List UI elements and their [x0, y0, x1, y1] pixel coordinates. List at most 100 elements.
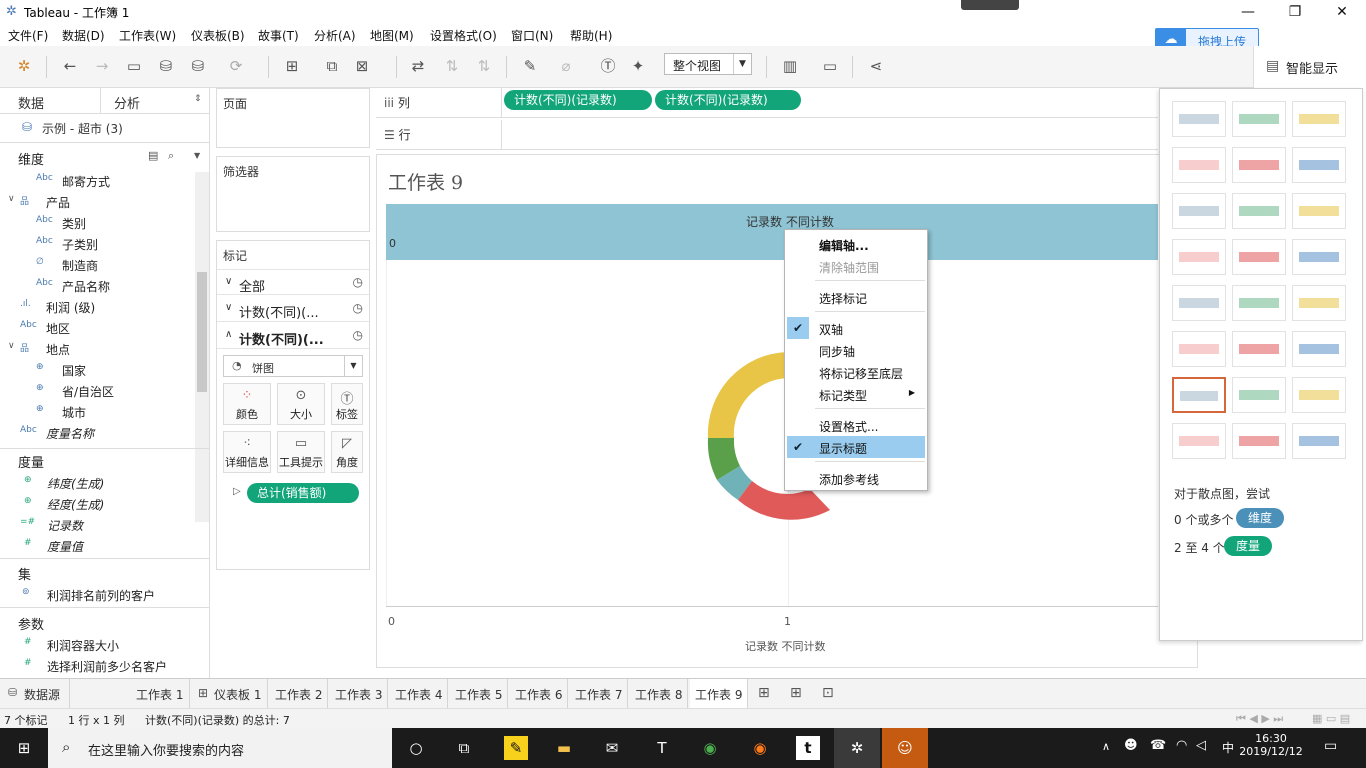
pause-updates-icon[interactable]: ⛁: [188, 56, 208, 76]
menu-item-mark-type[interactable]: 标记类型 ▶: [787, 383, 925, 405]
undo-icon[interactable]: ←: [60, 56, 80, 76]
showme-heat-map-icon[interactable]: [1232, 101, 1286, 137]
dimension-item[interactable]: ⊕ 国家: [0, 359, 195, 380]
pin-axes-icon[interactable]: ✦: [628, 56, 648, 76]
tab-dashboard-1[interactable]: ⊞ 仪表板 1: [192, 679, 268, 708]
tab-sheet-1[interactable]: 工作表 1: [130, 679, 190, 708]
menu-map[interactable]: 地图(M): [370, 27, 414, 44]
menu-help[interactable]: 帮助(H): [570, 27, 612, 44]
minimize-button[interactable]: —: [1228, 2, 1268, 22]
showme-bullet-graph-icon[interactable]: [1232, 423, 1286, 459]
dimensions-scrollbar[interactable]: [195, 172, 209, 522]
showme-side-by-side-bars-icon[interactable]: [1292, 193, 1346, 229]
new-dashboard-tab-icon[interactable]: ⊞: [790, 685, 802, 701]
menu-item-format[interactable]: 设置格式...: [787, 414, 925, 436]
menu-dashboard[interactable]: 仪表板(B): [191, 27, 245, 44]
measure-item[interactable]: # 度量值: [0, 535, 195, 556]
dimension-item[interactable]: ∨ 品 产品: [0, 191, 195, 212]
showme-scatter-plot-icon[interactable]: [1172, 377, 1226, 413]
tray-expand-icon[interactable]: ∧: [1102, 740, 1110, 753]
tab-sheet-6[interactable]: 工作表 6: [510, 679, 568, 708]
marks-row-series-1[interactable]: ∨ 计数(不同)(... ◷: [217, 296, 369, 322]
taskbar-search[interactable]: ⌕ 在这里输入你要搜索的内容: [48, 728, 392, 768]
showme-box-whisker-icon[interactable]: [1292, 377, 1346, 413]
menu-item-move-marks-back[interactable]: 将标记移至底层: [787, 361, 925, 383]
floating-toolbar-handle[interactable]: [961, 0, 1019, 10]
showme-text-table-icon[interactable]: [1172, 101, 1226, 137]
menu-item-edit-axis[interactable]: 编辑轴...: [787, 233, 925, 255]
column-pill[interactable]: 计数(不同)(记录数): [655, 90, 801, 110]
save-icon[interactable]: ▭: [124, 56, 144, 76]
new-worksheet-icon[interactable]: ⊞: [282, 56, 302, 76]
tab-sheet-2[interactable]: 工作表 2: [270, 679, 328, 708]
chrome-icon[interactable]: ◉: [698, 736, 722, 760]
measure-item[interactable]: ⊕ 纬度(生成): [0, 472, 195, 493]
refresh-icon[interactable]: ⟳: [226, 56, 246, 76]
dimension-item[interactable]: Abc 邮寄方式: [0, 170, 195, 191]
expand-chevron-icon[interactable]: ∨: [8, 194, 15, 204]
dimension-item[interactable]: ∅ 制造商: [0, 254, 195, 275]
sheet-title[interactable]: 工作表 9: [388, 168, 463, 195]
label-button[interactable]: Ⓣ 标签: [331, 383, 363, 425]
presentation-mode-icon[interactable]: ▭: [820, 56, 840, 76]
param-item[interactable]: # 利润容器大小: [0, 634, 195, 655]
tumblr-icon[interactable]: t: [796, 736, 820, 760]
show-labels-icon[interactable]: Ⓣ: [598, 56, 618, 76]
dimensions-menu-icon[interactable]: ▼: [194, 151, 200, 160]
tooltip-button[interactable]: ▭ 工具提示: [277, 431, 325, 473]
tab-sheet-9[interactable]: 工作表 9: [690, 679, 748, 708]
menu-item-select-marks[interactable]: 选择标记: [787, 286, 925, 308]
dimension-item[interactable]: Abc 子类别: [0, 233, 195, 254]
tableau-taskbar-active[interactable]: ✲: [834, 728, 880, 768]
task-view-icon[interactable]: ⧉: [452, 736, 476, 760]
filters-card[interactable]: 筛选器: [216, 156, 370, 232]
showme-lines-discrete-icon[interactable]: [1232, 285, 1286, 321]
showme-horizontal-bars-icon[interactable]: [1172, 193, 1226, 229]
marks-row-series-2[interactable]: ∧ 计数(不同)(... ◷: [217, 323, 369, 349]
dimension-item[interactable]: Abc 产品名称: [0, 275, 195, 296]
sheet-nav-icons[interactable]: ⏮ ◀ ▶ ⏭: [1236, 712, 1283, 726]
showme-circle-views-icon[interactable]: [1232, 239, 1286, 275]
top-axis[interactable]: 记录数 不同计数 0: [386, 204, 1158, 260]
showme-area-continuous-icon[interactable]: [1172, 331, 1226, 367]
sort-desc-icon[interactable]: ⇅: [474, 56, 494, 76]
menu-file[interactable]: 文件(F): [8, 27, 48, 44]
tab-analysis[interactable]: 分析: [114, 93, 140, 112]
marks-row-all[interactable]: ∨ 全部 ◷: [217, 269, 369, 295]
menu-format[interactable]: 设置格式(O): [430, 27, 497, 44]
showme-area-discrete-icon[interactable]: [1232, 331, 1286, 367]
clock[interactable]: 16:30 2019/12/12: [1236, 732, 1306, 758]
showme-treemap-icon[interactable]: [1172, 239, 1226, 275]
swap-rows-cols-icon[interactable]: ⇄: [408, 56, 428, 76]
menu-item-sync-axis[interactable]: 同步轴: [787, 339, 925, 361]
showme-filled-map-icon[interactable]: [1232, 147, 1286, 183]
tab-data[interactable]: 数据: [18, 93, 44, 112]
tray-app-icon[interactable]: ☎: [1150, 738, 1166, 753]
measure-item[interactable]: =# 记录数: [0, 514, 195, 535]
color-button[interactable]: ⁘ 颜色: [223, 383, 271, 425]
menu-analysis[interactable]: 分析(A): [314, 27, 356, 44]
menu-item-add-reference-line[interactable]: 添加参考线: [787, 467, 925, 489]
set-item[interactable]: ⊚ 利润排名前列的客户: [0, 584, 195, 605]
fit-view-select[interactable]: 整个视图 ▼: [664, 53, 752, 75]
tab-sheet-5[interactable]: 工作表 5: [450, 679, 508, 708]
mail-icon[interactable]: ✉: [600, 736, 624, 760]
menu-item-dual-axis[interactable]: ✔ 双轴: [787, 317, 925, 339]
menu-story[interactable]: 故事(T): [258, 27, 299, 44]
sort-asc-icon[interactable]: ⇅: [442, 56, 462, 76]
dimension-item[interactable]: Abc 类别: [0, 212, 195, 233]
angle-button[interactable]: ◸ 角度: [331, 431, 363, 473]
ime-indicator[interactable]: 中: [1222, 739, 1234, 756]
view-mode-icons[interactable]: ▦ ▭ ▤: [1312, 712, 1350, 725]
tab-arrows-icon[interactable]: ⇕: [194, 94, 202, 104]
new-worksheet-tab-icon[interactable]: ⊞: [758, 685, 770, 701]
dimension-item[interactable]: ⊕ 城市: [0, 401, 195, 422]
column-pill[interactable]: 计数(不同)(记录数): [504, 90, 652, 110]
tab-datasource[interactable]: ⛁ 数据源: [0, 679, 70, 708]
param-item[interactable]: # 选择利润前多少名客户: [0, 655, 195, 676]
volume-icon[interactable]: ◁: [1196, 738, 1206, 753]
close-button[interactable]: ✕: [1322, 2, 1362, 22]
file-explorer-icon[interactable]: ▬: [552, 736, 576, 760]
showme-pie-chart-icon[interactable]: [1292, 147, 1346, 183]
dimension-item[interactable]: .ıl. 利润 (级): [0, 296, 195, 317]
